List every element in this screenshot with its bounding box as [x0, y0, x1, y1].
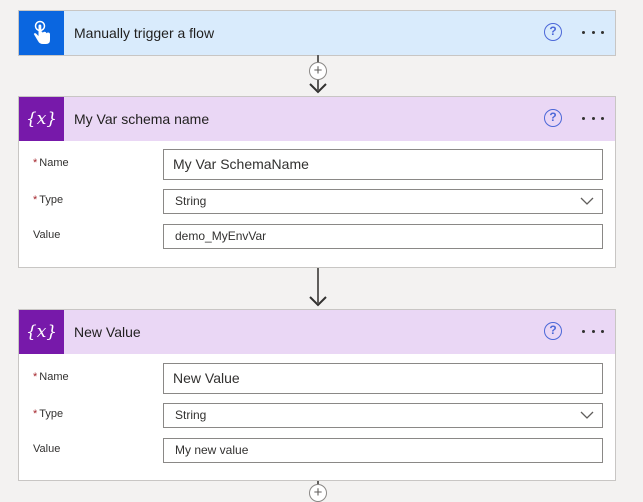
name-input[interactable]: My Var SchemaName	[163, 149, 603, 180]
help-icon[interactable]: ?	[544, 23, 562, 41]
help-icon[interactable]: ?	[544, 109, 562, 127]
variable-card-schema-name[interactable]: {x} My Var schema name ? * Name My Var Sc…	[18, 96, 616, 268]
value-label: Value	[33, 229, 61, 241]
type-row: * Type String	[19, 189, 615, 223]
type-label: * Type	[33, 194, 64, 206]
variable-icon: {x}	[19, 310, 64, 354]
trigger-card[interactable]: Manually trigger a flow ?	[18, 10, 616, 56]
value-row: Value demo_MyEnvVar	[19, 223, 615, 257]
type-row: * Type String	[19, 403, 615, 437]
variable-card-title: My Var schema name	[74, 111, 210, 127]
value-input[interactable]: demo_MyEnvVar	[163, 224, 603, 249]
variable-card-header[interactable]: {x} My Var schema name ?	[19, 97, 615, 141]
variable-card-title: New Value	[74, 324, 141, 340]
hand-touch-icon	[19, 11, 64, 55]
help-icon[interactable]: ?	[544, 322, 562, 340]
add-step-button[interactable]: +	[309, 62, 327, 80]
name-input[interactable]: New Value	[163, 363, 603, 394]
variable-icon: {x}	[19, 97, 64, 141]
value-row: Value My new value	[19, 437, 615, 471]
variable-card-new-value[interactable]: {x} New Value ? * Name New Value * Type St…	[18, 309, 616, 481]
chevron-down-icon	[580, 197, 594, 205]
type-select[interactable]: String	[163, 189, 603, 214]
value-input[interactable]: My new value	[163, 438, 603, 463]
variable-card-header[interactable]: {x} New Value ?	[19, 310, 615, 354]
name-label: * Name	[33, 371, 69, 383]
more-options-icon[interactable]	[579, 21, 607, 43]
type-label: * Type	[33, 408, 64, 420]
name-row: * Name My Var SchemaName	[19, 149, 615, 189]
name-row: * Name New Value	[19, 363, 615, 403]
add-step-button[interactable]: +	[309, 484, 327, 502]
trigger-title: Manually trigger a flow	[74, 25, 215, 41]
name-label: * Name	[33, 157, 69, 169]
more-options-icon[interactable]	[579, 320, 607, 342]
trigger-card-header[interactable]: Manually trigger a flow ?	[19, 11, 615, 55]
chevron-down-icon	[580, 411, 594, 419]
type-select[interactable]: String	[163, 403, 603, 428]
more-options-icon[interactable]	[579, 107, 607, 129]
value-label: Value	[33, 443, 61, 455]
arrow-down-icon	[309, 83, 327, 94]
arrow-down-icon	[309, 296, 327, 307]
